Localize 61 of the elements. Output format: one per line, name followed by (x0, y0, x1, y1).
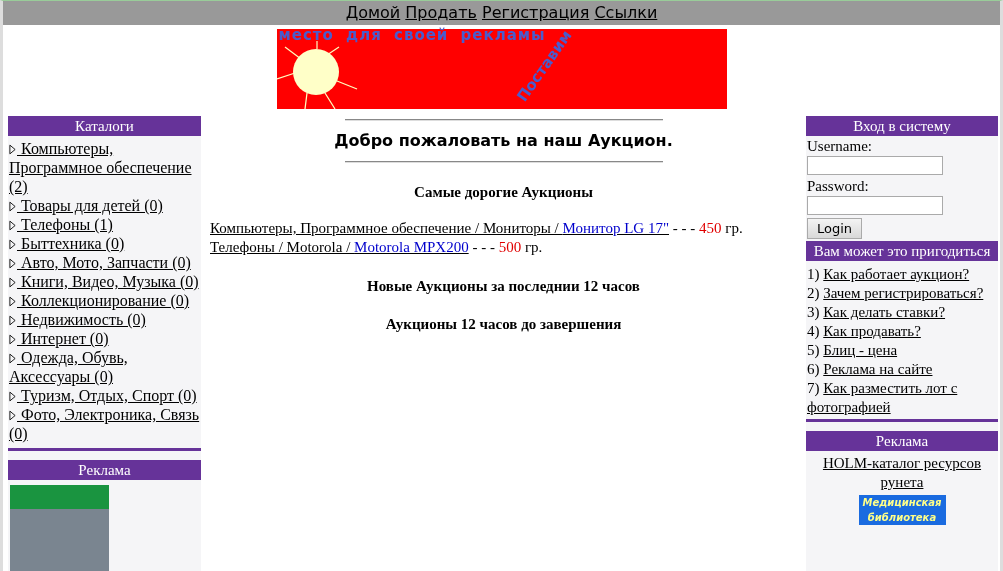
price-text: 500 (498, 239, 522, 255)
help-link[interactable]: 3) Как делать ставки? (807, 303, 998, 322)
catalog-link[interactable]: Недвижимость (0) (9, 310, 201, 329)
currency-text: гр. (724, 220, 743, 236)
field-label: Password: (807, 178, 870, 195)
username-field[interactable] (807, 156, 943, 175)
triangle-icon (9, 315, 16, 326)
catalog-link[interactable]: Телефоны (1) (9, 215, 201, 234)
section-title: Самые дорогие Аукционы (413, 183, 594, 201)
login-button[interactable]: Login (807, 218, 863, 239)
catalog-link[interactable]: Одежда, Обувь, Аксессуары (0) (9, 348, 201, 386)
panel-header: Каталоги (8, 116, 201, 136)
triangle-icon (9, 410, 16, 421)
triangle-icon (9, 353, 16, 364)
ad-link[interactable]: HOLM-каталог ресурсов рунета (806, 454, 998, 492)
panel-header: Вход в систему (806, 116, 998, 136)
nav-link[interactable]: Домой (345, 3, 401, 22)
section-title: Новые Аукционы за последнии 12 часов (366, 277, 641, 295)
password-field[interactable] (807, 196, 943, 215)
triangle-icon (9, 277, 16, 288)
panel-header: Реклама (8, 460, 201, 480)
separator-text: - - - (671, 220, 697, 236)
welcome-heading: Добро пожаловать на наш Аукцион. (333, 130, 674, 152)
triangle-icon (9, 258, 16, 269)
help-link[interactable]: 4) Как продавать? (807, 322, 998, 341)
help-link[interactable]: 1) Как работает аукцион? (807, 265, 998, 284)
section-title: Аукционы 12 часов до завершения (384, 315, 623, 333)
nav-link[interactable]: Продать (405, 3, 477, 22)
panel-header: Реклама (806, 431, 998, 451)
triangle-icon (9, 296, 16, 307)
triangle-icon (9, 239, 16, 250)
nav-link[interactable]: Ссылки (594, 3, 658, 22)
catalog-link[interactable]: Книги, Видео, Музыка (0) (9, 272, 201, 291)
catalog-link[interactable]: Туризм, Отдых, Спорт (0) (9, 386, 201, 405)
item-link[interactable]: Motorola MPX200 (354, 239, 469, 255)
currency-text: гр. (523, 239, 543, 255)
help-link[interactable]: 6) Реклама на сайте (807, 360, 998, 379)
category-link[interactable]: Телефоны / Motorola / (210, 239, 355, 255)
library-banner[interactable]: Медицинская библиотека (858, 495, 946, 525)
panel-header: Вам может это пригодиться (806, 241, 998, 261)
catalog-link[interactable]: Фото, Электроника, Связь (0) (9, 405, 201, 443)
catalog-link[interactable]: Интернет (0) (9, 329, 201, 348)
triangle-icon (9, 144, 16, 155)
catalog-link[interactable]: Товары для детей (0) (9, 196, 201, 215)
catalog-link[interactable]: Компьютеры, Программное обеспечение (2) (9, 139, 201, 196)
separator-text: - - - (471, 239, 496, 255)
price-text: 450 (699, 220, 722, 236)
category-link[interactable]: Компьютеры, Программное обеспечение / Мониторы / (210, 220, 563, 236)
nav-link[interactable]: Регистрация (482, 3, 590, 22)
catalog-link[interactable]: Быттехника (0) (9, 234, 201, 253)
help-link[interactable]: 5) Блиц - цена (807, 341, 998, 360)
field-label: Username: (807, 138, 873, 155)
catalog-link[interactable]: Коллекционирование (0) (9, 291, 201, 310)
triangle-icon (9, 220, 16, 231)
item-link[interactable]: Монитор LG 17" (562, 220, 669, 236)
help-link[interactable]: 7) Как разместить лот с фотографией (807, 379, 998, 417)
help-link[interactable]: 2) Зачем регистрироваться? (807, 284, 998, 303)
triangle-icon (9, 334, 16, 345)
catalog-link[interactable]: Авто, Мото, Запчасти (0) (9, 253, 201, 272)
triangle-icon (9, 201, 16, 212)
triangle-icon (9, 391, 16, 402)
